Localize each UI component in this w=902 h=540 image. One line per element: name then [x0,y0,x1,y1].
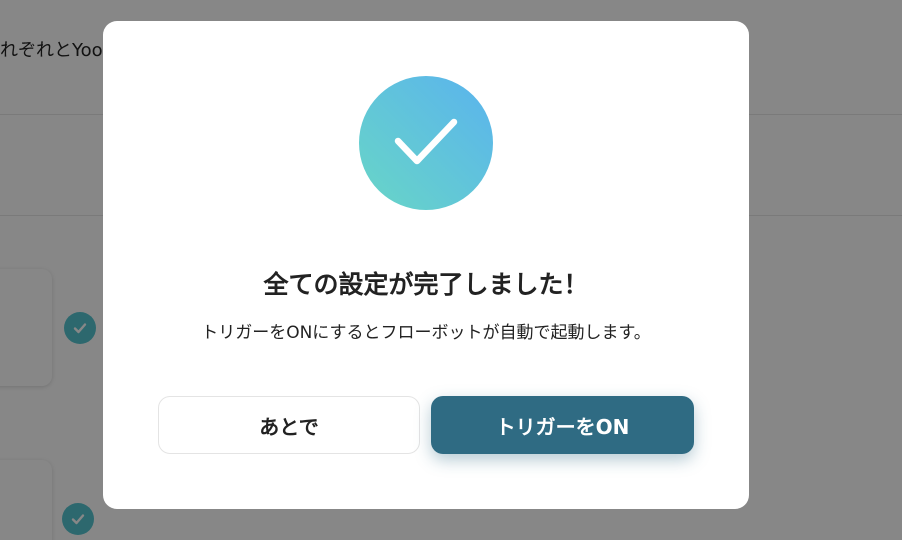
check-icon [394,118,458,165]
modal-title: 全ての設定が完了しました！ [263,270,589,299]
modal-message: トリガーをONにするとフローボットが自動で起動します。 [201,323,651,343]
completion-modal: 全ての設定が完了しました！ トリガーをONにするとフローボットが自動で起動します… [103,21,749,509]
success-badge [359,76,493,210]
later-button[interactable]: あとで [158,396,420,454]
trigger-on-button[interactable]: トリガーをON [431,396,694,454]
